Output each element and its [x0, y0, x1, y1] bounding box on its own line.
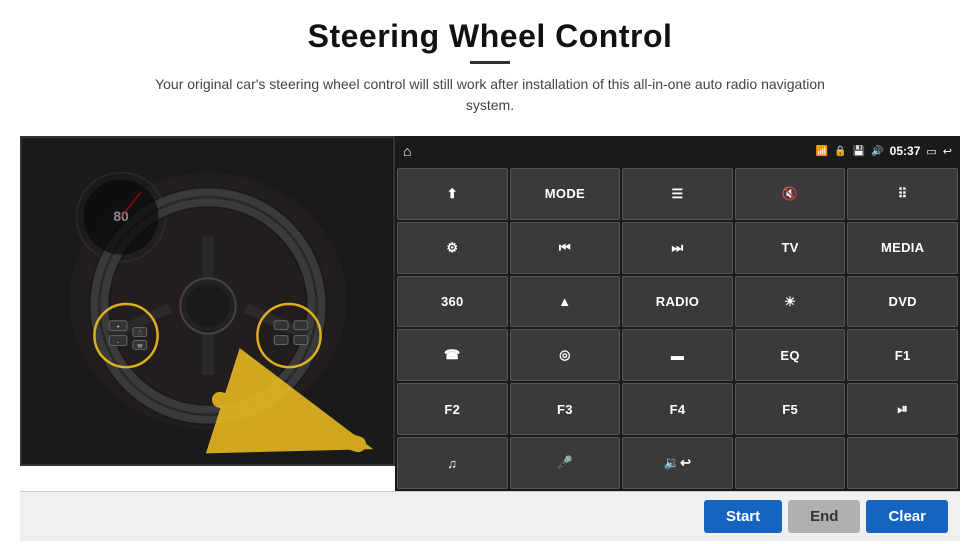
ui-button-r5c3[interactable]: F4 [622, 383, 733, 435]
btn-label-r5c5: ⏯ [897, 401, 908, 417]
ui-button-r3c3[interactable]: RADIO [622, 276, 733, 328]
ui-button-r3c2[interactable]: ▲ [510, 276, 621, 328]
ui-button-r1c3[interactable]: ☰ [622, 168, 733, 220]
ui-button-r2c4[interactable]: TV [735, 222, 846, 274]
btn-label-r3c1: 360 [441, 294, 464, 309]
btn-label-r1c3: ☰ [672, 186, 684, 202]
btn-label-r4c5: F1 [895, 348, 911, 363]
ui-button-r2c3[interactable]: ⏭ [622, 222, 733, 274]
status-time: 05:37 [890, 144, 921, 158]
btn-label-r3c3: RADIO [656, 294, 699, 309]
home-icon[interactable]: ⌂ [403, 143, 411, 159]
bt-icon: 🔊 [871, 146, 883, 157]
ui-button-r4c2[interactable]: ◎ [510, 329, 621, 381]
ui-button-r6c5[interactable] [847, 437, 958, 489]
status-bar: ⌂ 📶 🔒 💾 🔊 05:37 ▭ ↩ [395, 136, 960, 166]
btn-label-r1c4: 🔇 [782, 186, 799, 202]
ui-button-r1c1[interactable]: ⬆ [397, 168, 508, 220]
btn-label-r2c1: ⚙ [446, 240, 458, 256]
btn-label-r6c2: 🎤 [557, 455, 574, 471]
ui-button-r4c3[interactable]: ▬ [622, 329, 733, 381]
btn-label-r4c3: ▬ [671, 348, 684, 363]
ui-button-r1c4[interactable]: 🔇 [735, 168, 846, 220]
btn-label-r6c1: ♫ [447, 456, 457, 471]
ui-button-r6c1[interactable]: ♫ [397, 437, 508, 489]
ui-button-r5c1[interactable]: F2 [397, 383, 508, 435]
ui-button-r2c2[interactable]: ⏮ [510, 222, 621, 274]
ui-button-r2c1[interactable]: ⚙ [397, 222, 508, 274]
btn-label-r1c1: ⬆ [447, 186, 458, 202]
btn-label-r3c5: DVD [889, 294, 917, 309]
btn-label-r4c1: ☎ [444, 347, 461, 363]
steering-wheel-bg: + - 🎵 ☎ [22, 138, 393, 464]
btn-label-r6c3: 🔉↩ [664, 455, 692, 471]
wifi-icon: 📶 [816, 146, 828, 157]
btn-label-r1c5: ⠿ [898, 186, 908, 202]
bottom-bar: Start End Clear [20, 491, 960, 541]
btn-label-r5c1: F2 [444, 402, 460, 417]
steering-wheel-panel: + - 🎵 ☎ [20, 136, 395, 466]
status-bar-left: ⌂ [403, 143, 411, 159]
ui-button-r5c5[interactable]: ⏯ [847, 383, 958, 435]
lock-icon: 🔒 [834, 146, 846, 157]
back-icon: ↩ [943, 145, 952, 158]
btn-label-r4c2: ◎ [559, 347, 571, 363]
end-button[interactable]: End [788, 500, 860, 533]
btn-label-r5c2: F3 [557, 402, 573, 417]
button-grid: ⬆ MODE ☰ 🔇 ⠿ ⚙ ⏮ ⏭ TV MEDIA 360 ▲ RADIO ☀ DVD ☎ ◎ ▬ EQ F1 F2… [395, 166, 960, 491]
svg-text:🎵: 🎵 [137, 330, 143, 337]
ui-button-r2c5[interactable]: MEDIA [847, 222, 958, 274]
title-section: Steering Wheel Control Your original car… [150, 18, 830, 116]
page-subtitle: Your original car's steering wheel contr… [150, 74, 830, 116]
ui-button-r6c3[interactable]: 🔉↩ [622, 437, 733, 489]
btn-label-r2c3: ⏭ [671, 240, 683, 256]
svg-text:-: - [117, 339, 119, 345]
svg-text:+: + [116, 325, 120, 331]
ui-button-r4c4[interactable]: EQ [735, 329, 846, 381]
ui-button-r3c1[interactable]: 360 [397, 276, 508, 328]
ui-button-r1c5[interactable]: ⠿ [847, 168, 958, 220]
ui-button-r4c5[interactable]: F1 [847, 329, 958, 381]
screen-icon: ▭ [926, 145, 936, 158]
page-title: Steering Wheel Control [150, 18, 830, 55]
ui-button-r1c2[interactable]: MODE [510, 168, 621, 220]
title-divider [470, 61, 510, 64]
btn-label-r2c4: TV [781, 240, 798, 255]
btn-label-r5c3: F4 [670, 402, 686, 417]
btn-label-r4c4: EQ [780, 348, 799, 363]
ui-button-r5c2[interactable]: F3 [510, 383, 621, 435]
ui-button-r4c1[interactable]: ☎ [397, 329, 508, 381]
btn-label-r1c2: MODE [545, 186, 585, 201]
status-bar-right: 📶 🔒 💾 🔊 05:37 ▭ ↩ [816, 144, 952, 158]
ui-button-r6c2[interactable]: 🎤 [510, 437, 621, 489]
page-container: Steering Wheel Control Your original car… [0, 0, 980, 544]
btn-label-r3c2: ▲ [558, 294, 571, 309]
btn-label-r2c5: MEDIA [881, 240, 924, 255]
svg-text:☎: ☎ [137, 343, 143, 349]
ui-button-r5c4[interactable]: F5 [735, 383, 846, 435]
content-area: + - 🎵 ☎ [20, 136, 960, 491]
storage-icon: 💾 [853, 146, 865, 157]
ui-button-r3c4[interactable]: ☀ [735, 276, 846, 328]
clear-button[interactable]: Clear [866, 500, 948, 533]
ui-button-r3c5[interactable]: DVD [847, 276, 958, 328]
btn-label-r5c4: F5 [782, 402, 798, 417]
ui-button-r6c4[interactable] [735, 437, 846, 489]
btn-label-r3c4: ☀ [784, 294, 796, 310]
btn-label-r2c2: ⏮ [559, 240, 571, 256]
ui-panel: ⌂ 📶 🔒 💾 🔊 05:37 ▭ ↩ ⬆ MODE ☰ 🔇 ⠿ ⚙ ⏮ ⏭ TV MEDIA 36… [395, 136, 960, 491]
start-button[interactable]: Start [704, 500, 782, 533]
